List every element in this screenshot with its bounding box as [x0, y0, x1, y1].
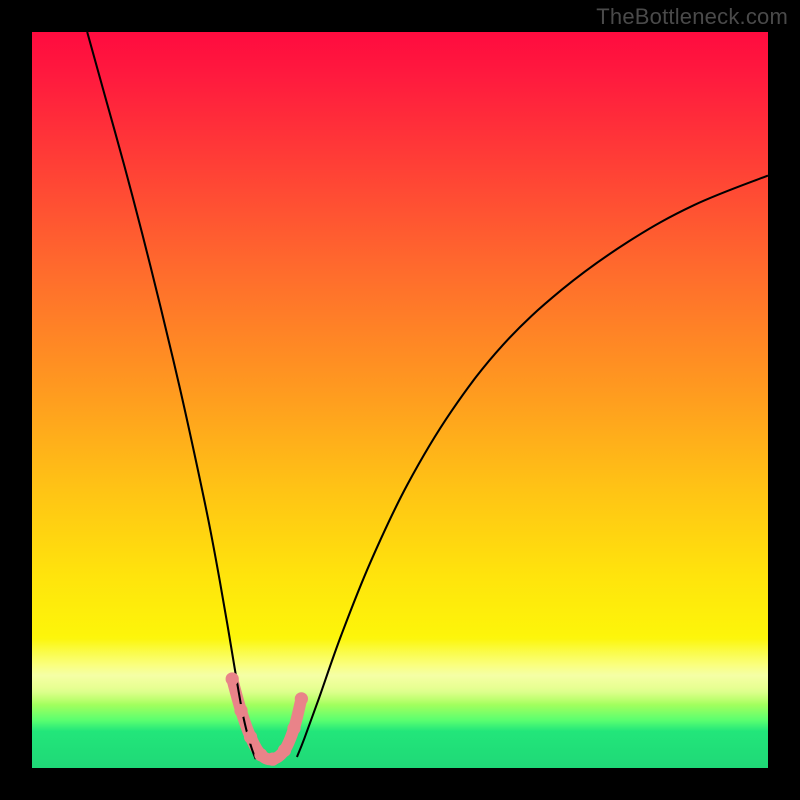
trough-marker: [266, 753, 279, 766]
watermark-text: TheBottleneck.com: [596, 4, 788, 30]
trough-marker: [287, 722, 300, 735]
trough-marker: [226, 672, 239, 685]
chart-stage: TheBottleneck.com: [0, 0, 800, 800]
trough-marker: [278, 744, 291, 757]
trough-marker: [244, 730, 257, 743]
trough-marker: [254, 748, 267, 761]
trough-marker: [295, 692, 308, 705]
trough-connector-path: [232, 679, 301, 759]
right-curve-path: [297, 176, 768, 757]
plot-area: [32, 32, 768, 768]
trough-marker: [234, 704, 247, 717]
left-curve-path: [87, 32, 256, 759]
curve-layer: [32, 32, 768, 768]
